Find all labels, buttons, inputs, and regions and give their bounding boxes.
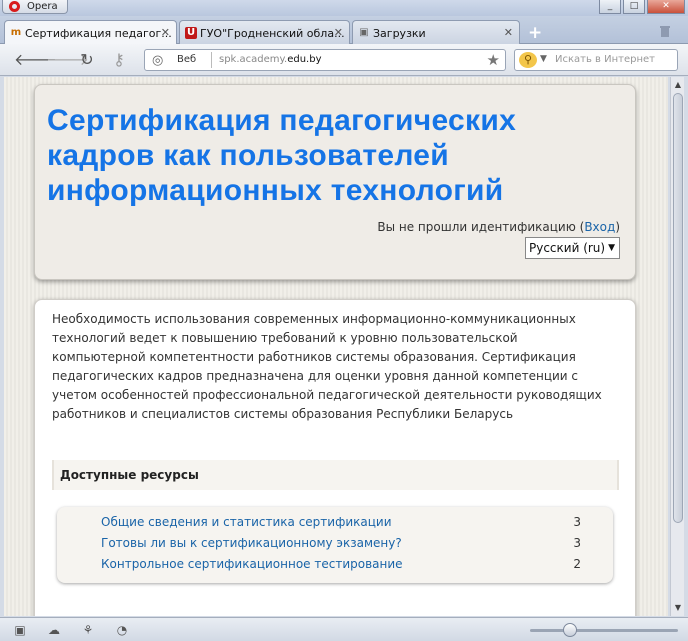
scroll-up-icon[interactable]: ▲ <box>671 79 685 91</box>
login-info: Вы не прошли идентификацию (Вход) <box>377 220 620 234</box>
chevron-down-icon: ▼ <box>608 243 615 253</box>
login-text: Вы не прошли идентификацию ( <box>377 220 585 234</box>
zoom-slider[interactable] <box>530 629 678 632</box>
cloud-icon[interactable]: ☁ <box>46 622 62 638</box>
tab-grodno[interactable]: U ГУО"Гродненский обла... ✕ <box>179 20 350 44</box>
resources-list: Общие сведения и статистика сертификации… <box>57 507 613 583</box>
url-prefix: spk.academy. <box>219 54 288 65</box>
language-select[interactable]: Русский (ru) ▼ <box>525 237 620 259</box>
resource-count: 3 <box>573 536 581 550</box>
key-icon[interactable]: ⚷ <box>110 51 128 69</box>
login-close: ) <box>615 220 620 234</box>
resource-count: 2 <box>573 557 581 571</box>
minimize-button[interactable]: _ <box>599 0 621 14</box>
navigation-bar: 🡐 🡒 ↻ ⚷ ◎ Веб spk.academy.edu.by ★ ⚲ ▼ И… <box>0 44 688 76</box>
tab-downloads[interactable]: ▣ Загрузки ✕ <box>352 20 520 44</box>
window-controls: _ □ ✕ <box>599 0 685 14</box>
url-domain: edu.by <box>287 54 322 65</box>
tab-label: Сертификация педагог... <box>25 27 172 40</box>
resource-item: Готовы ли вы к сертификационному экзамен… <box>101 536 581 556</box>
opera-logo-icon <box>9 1 20 12</box>
vertical-scrollbar[interactable]: ▲ ▼ <box>670 77 684 616</box>
tab-label: Загрузки <box>373 27 426 40</box>
address-bar[interactable]: ◎ Веб spk.academy.edu.by ★ <box>144 49 506 71</box>
opera-menu-button[interactable]: Opera <box>2 0 68 14</box>
download-icon: ▣ <box>359 27 369 38</box>
tab-bar: m Сертификация педагог... ✕ U ГУО"Гродне… <box>0 16 688 45</box>
tab-close-icon[interactable]: ✕ <box>334 26 343 39</box>
address-scheme-label: Веб <box>177 54 197 65</box>
search-engine-icon[interactable]: ⚲ <box>519 52 537 68</box>
page-header: Сертификация педагогических кадров как п… <box>34 84 636 280</box>
resource-link[interactable]: Общие сведения и статистика сертификации <box>101 515 392 529</box>
tab-certification[interactable]: m Сертификация педагог... ✕ <box>4 20 177 45</box>
resource-item: Общие сведения и статистика сертификации… <box>101 515 581 535</box>
panel-toggle-icon[interactable]: ▣ <box>12 622 28 638</box>
search-field[interactable]: ⚲ ▼ Искать в Интернет <box>514 49 678 71</box>
trash-icon[interactable] <box>658 24 672 38</box>
resource-link[interactable]: Контрольное сертификационное тестировани… <box>101 557 403 571</box>
globe-icon: ◎ <box>152 53 164 68</box>
reload-icon[interactable]: ↻ <box>78 51 96 69</box>
address-url[interactable]: spk.academy.edu.by <box>219 54 322 65</box>
search-placeholder: Искать в Интернет <box>555 54 655 65</box>
page-viewport: Сертификация педагогических кадров как п… <box>4 77 668 616</box>
back-arrow-icon[interactable]: 🡐 <box>14 51 57 69</box>
intro-text: Необходимость использования современных … <box>52 312 602 421</box>
scroll-down-icon[interactable]: ▼ <box>671 602 685 614</box>
moodle-favicon-icon: m <box>10 27 22 38</box>
tab-label: ГУО"Гродненский обла... <box>200 27 345 40</box>
language-value: Русский (ru) <box>529 241 606 255</box>
status-bar: ▣ ☁ ⚘ ◔ <box>0 617 688 641</box>
resources-heading: Доступные ресурсы <box>52 460 619 490</box>
page-title: Сертификация педагогических кадров как п… <box>47 104 517 207</box>
turbo-icon[interactable]: ◔ <box>114 622 130 638</box>
new-tab-icon[interactable]: + <box>528 23 542 43</box>
opera-menu-label: Opera <box>27 1 58 12</box>
scroll-thumb[interactable] <box>673 93 683 523</box>
tab-close-icon[interactable]: ✕ <box>504 26 513 39</box>
close-window-button[interactable]: ✕ <box>647 0 685 14</box>
title-bar: Opera _ □ ✕ <box>0 0 688 16</box>
login-link[interactable]: Вход <box>584 220 615 234</box>
search-dropdown-icon[interactable]: ▼ <box>540 54 547 64</box>
grodno-favicon-icon: U <box>185 27 197 39</box>
forward-arrow-icon[interactable]: 🡒 <box>46 51 89 69</box>
resource-link[interactable]: Готовы ли вы к сертификационному экзамен… <box>101 536 402 550</box>
resource-item: Контрольное сертификационное тестировани… <box>101 557 581 577</box>
bookmark-star-icon[interactable]: ★ <box>487 51 500 69</box>
address-separator <box>211 52 212 68</box>
resource-count: 3 <box>573 515 581 529</box>
main-content: Необходимость использования современных … <box>34 299 636 616</box>
zoom-slider-knob[interactable] <box>563 623 577 637</box>
unite-icon[interactable]: ⚘ <box>80 622 96 638</box>
maximize-button[interactable]: □ <box>623 0 645 14</box>
tab-close-icon[interactable]: ✕ <box>161 26 170 39</box>
